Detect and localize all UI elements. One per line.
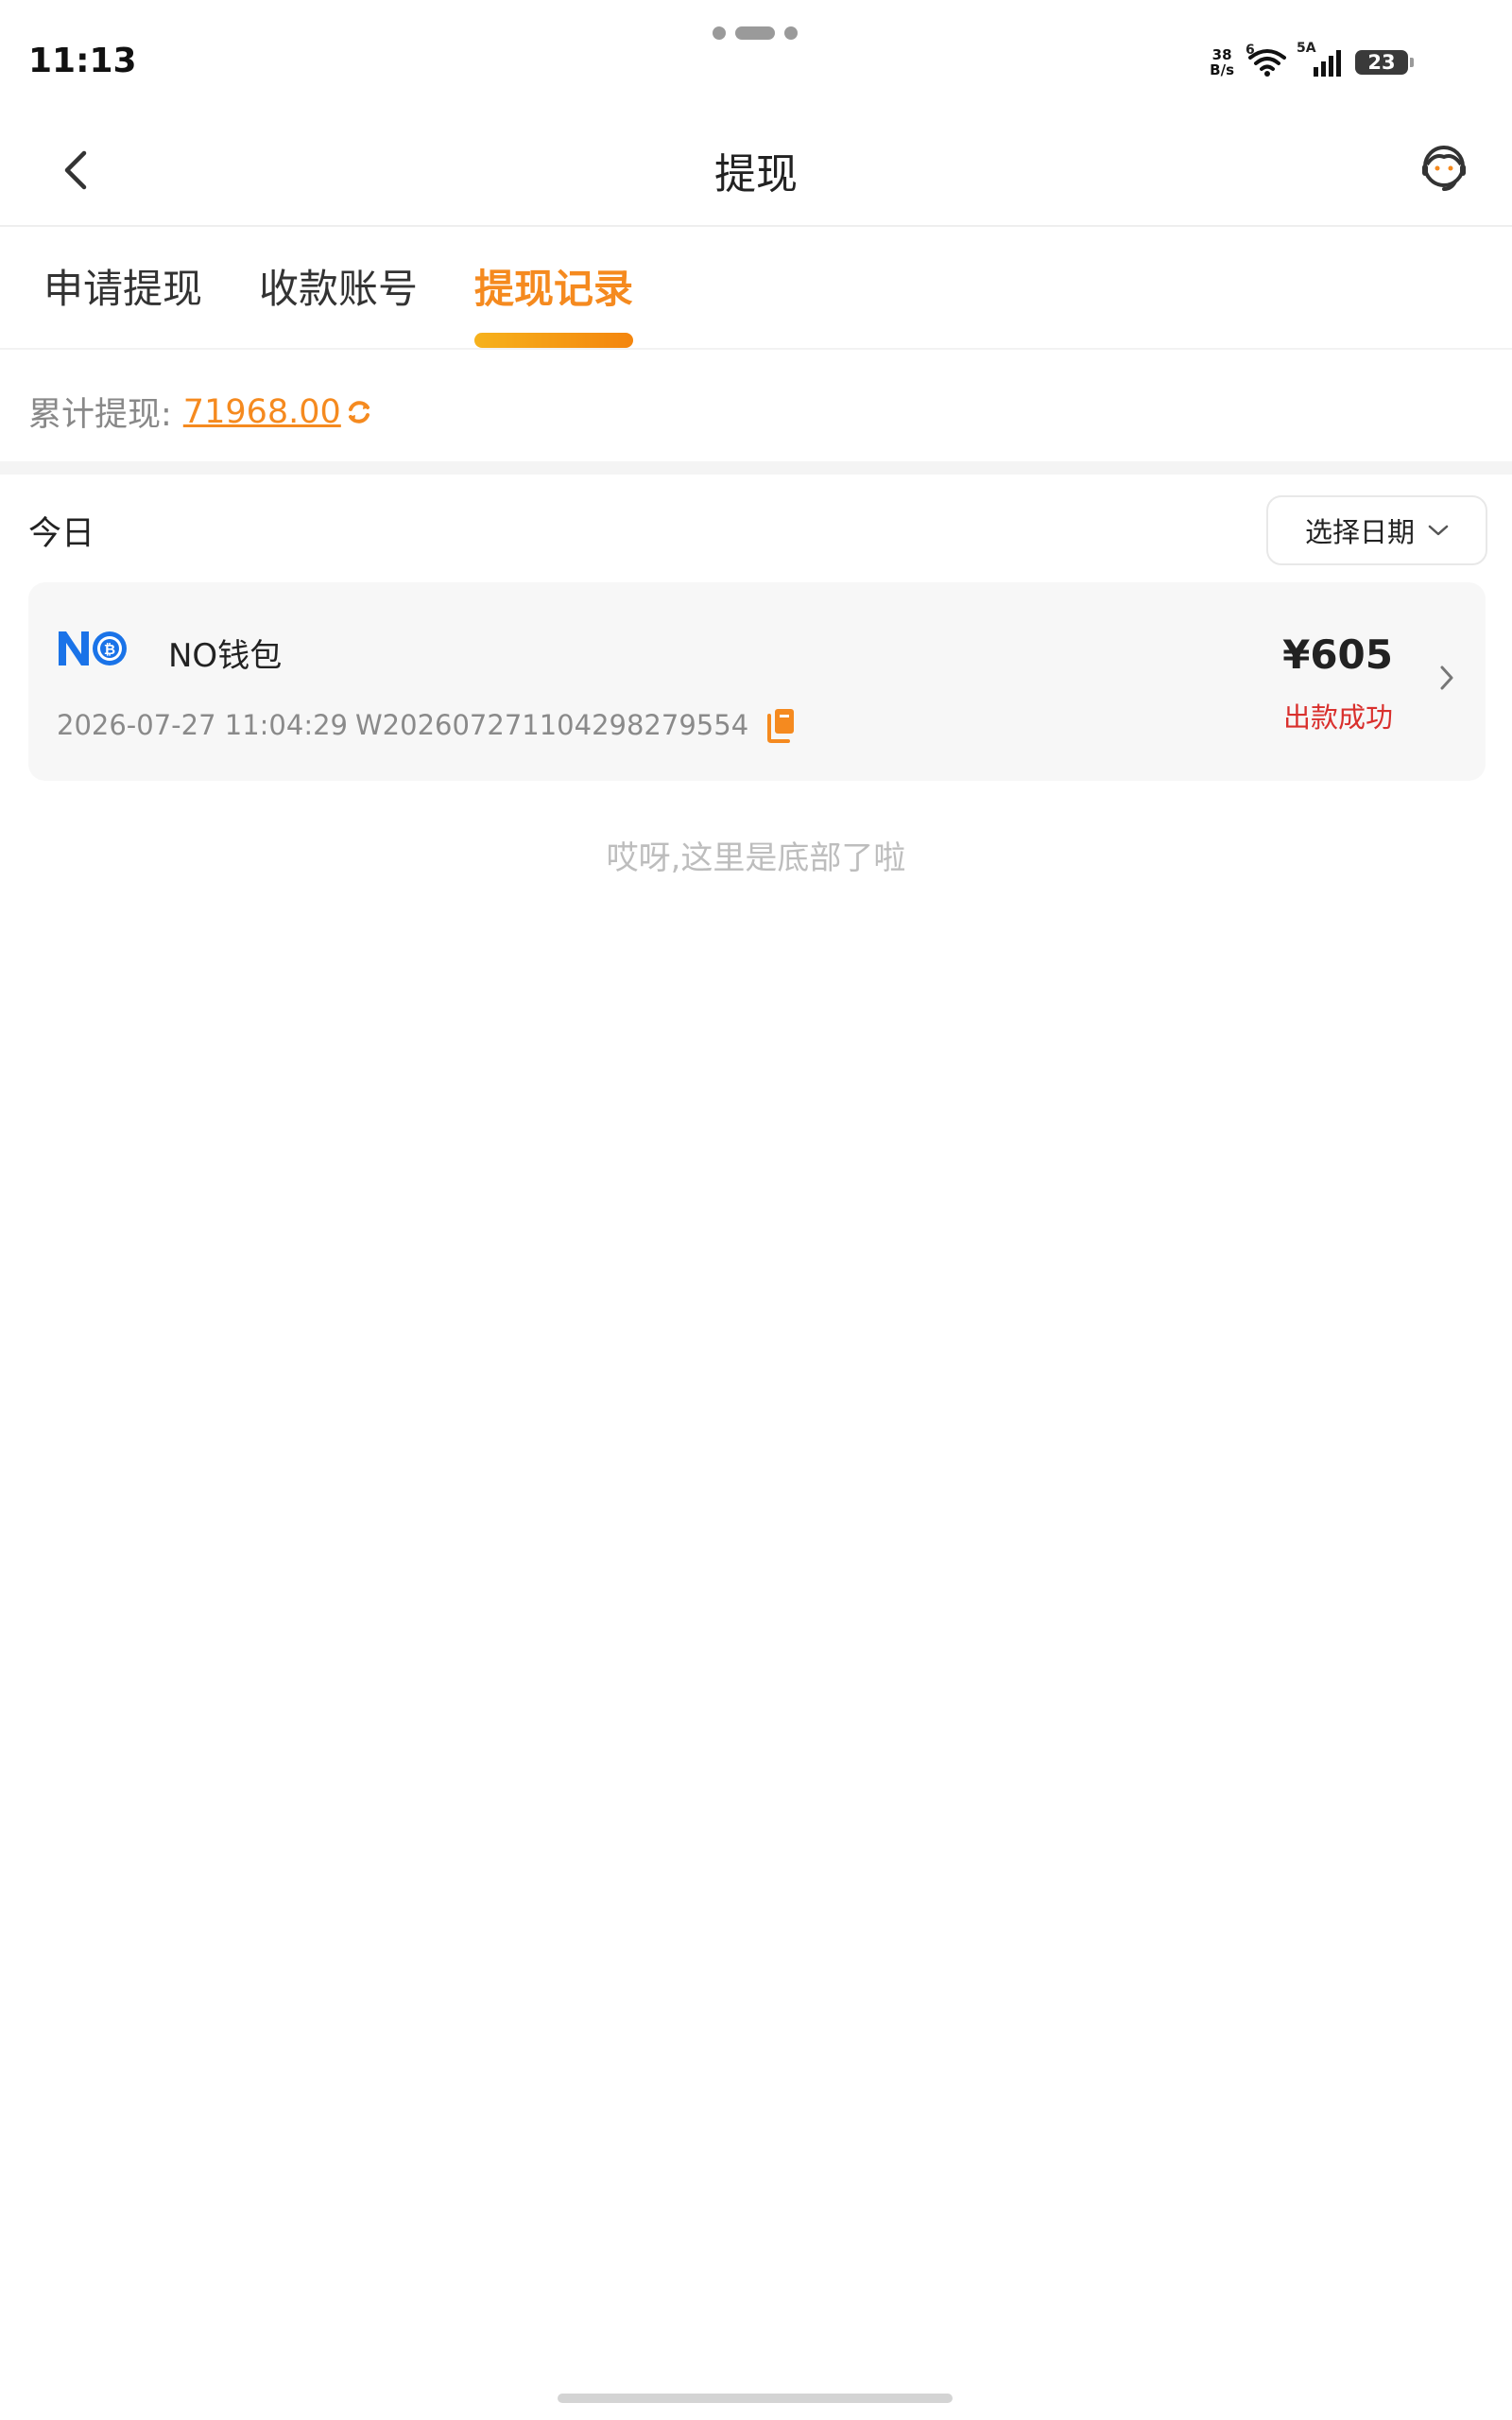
withdraw-status: 出款成功 (1282, 701, 1393, 734)
page-title: 提现 (714, 150, 798, 199)
withdraw-record-card[interactable]: ₿ NO钱包 2026-07-27 11:04:29 W202607271104… (28, 582, 1486, 781)
total-withdraw-value[interactable]: 71968.00 (183, 393, 341, 431)
refresh-icon[interactable] (345, 398, 373, 426)
chevron-right-icon (1438, 664, 1455, 696)
total-withdraw-row: 累计提现: 71968.00 (28, 388, 373, 436)
chevron-left-icon (64, 150, 87, 190)
wallet-name: NO钱包 (168, 637, 283, 675)
status-time: 11:13 (28, 42, 137, 80)
nav-bar: 提现 (0, 113, 1512, 227)
network-speed: 38 B/s (1210, 46, 1234, 78)
cellular-signal-icon: 5A (1297, 41, 1342, 77)
section-divider (0, 461, 1512, 475)
active-tab-indicator (474, 333, 633, 348)
svg-text:₿: ₿ (104, 641, 115, 658)
list-end-hint: 哎呀,这里是底部了啦 (606, 839, 906, 877)
tab-receiving-account[interactable]: 收款账号 (259, 257, 418, 315)
tab-withdraw-records[interactable]: 提现记录 (474, 257, 633, 315)
select-date-button[interactable]: 选择日期 (1266, 495, 1487, 565)
back-button[interactable] (42, 136, 110, 204)
status-bar: 11:13 38 B/s 6 5A 23 (0, 0, 1512, 113)
total-withdraw-label: 累计提现: (28, 396, 172, 434)
copy-icon[interactable] (765, 707, 798, 743)
wifi-icon: 6 (1246, 43, 1287, 77)
wallet-logo-icon: ₿ (55, 628, 130, 673)
multi-window-handle[interactable] (713, 26, 798, 40)
withdraw-amount: ¥605 (1282, 631, 1393, 678)
customer-service-button[interactable] (1410, 130, 1478, 206)
record-meta: 2026-07-27 11:04:29 W2026072711042982795… (57, 707, 798, 743)
customer-service-icon (1422, 146, 1466, 191)
home-indicator[interactable] (558, 2394, 953, 2403)
order-number: W20260727110429827955​4 (355, 709, 749, 741)
today-label: 今日 (28, 515, 95, 553)
battery-icon: 23 (1355, 50, 1414, 75)
select-date-label: 选择日期 (1304, 516, 1415, 548)
tab-bar: 申请提现 收款账号 提现记录 (0, 229, 1512, 350)
date-group-header: 今日 选择日期 (0, 475, 1512, 579)
record-datetime: 2026-07-27 11:04:29 (57, 709, 348, 741)
chevron-down-icon (1428, 525, 1449, 536)
status-icons: 38 B/s 6 5A 23 (1210, 41, 1414, 78)
tab-apply-withdraw[interactable]: 申请提现 (43, 257, 202, 315)
